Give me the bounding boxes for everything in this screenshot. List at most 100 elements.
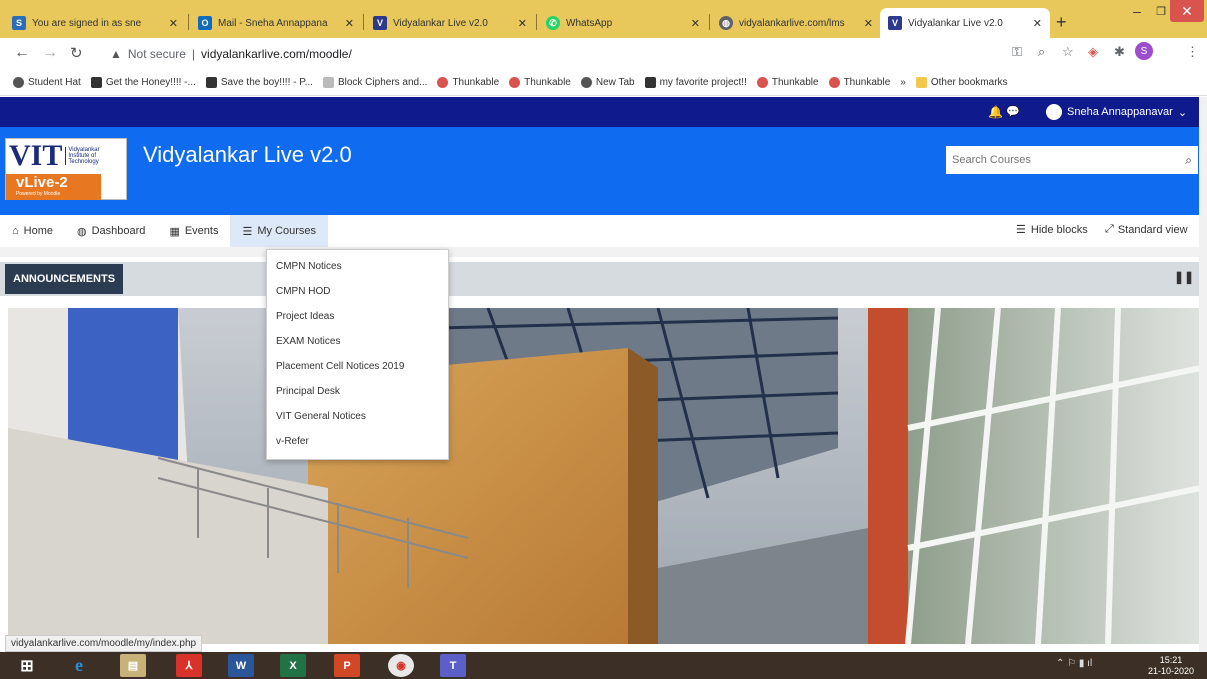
menu-home[interactable]: ⌂ Home	[0, 215, 65, 247]
bell-icon[interactable]: 🔔	[988, 105, 1003, 119]
standard-view-button[interactable]: ⤢ Standard view	[1105, 223, 1188, 236]
bookmark-item[interactable]: Thunkable	[752, 77, 824, 88]
close-icon[interactable]: ✕	[691, 17, 700, 30]
close-icon[interactable]: ✕	[1033, 17, 1042, 30]
star-icon[interactable]: ☆	[1062, 44, 1074, 60]
forward-icon[interactable]: →	[42, 44, 58, 62]
bookmark-item[interactable]: Thunkable	[824, 77, 896, 88]
bookmark-item[interactable]: Block Ciphers and...	[318, 77, 433, 88]
globe-icon	[13, 77, 24, 88]
security-label: Not secure	[127, 47, 186, 61]
menu-events[interactable]: ▦ Events	[157, 215, 230, 247]
close-icon[interactable]: ✕	[518, 17, 527, 30]
minimize-icon[interactable]: –	[1122, 0, 1152, 22]
hide-blocks-button[interactable]: ☰ Hide blocks	[1016, 223, 1088, 237]
tab-separator	[536, 14, 537, 30]
close-icon[interactable]: ✕	[864, 17, 873, 30]
logo-text: VIT	[9, 139, 63, 172]
course-item[interactable]: Placement Cell Notices 2019	[267, 354, 448, 379]
bookmarks-overflow[interactable]: »	[895, 77, 911, 88]
close-window-icon[interactable]: ✕	[1170, 0, 1204, 22]
key-icon[interactable]: ⚿	[1012, 44, 1022, 60]
site-logo[interactable]: VIT Vidyalankar Institute of Technology …	[5, 138, 127, 200]
bookmarks-bar: Student Hat Get the Honey!!!! -... Save …	[0, 70, 1207, 96]
v-favicon: V	[888, 16, 902, 30]
pause-icon[interactable]: ❚❚	[1174, 270, 1194, 284]
bookmark-item[interactable]: Thunkable	[504, 77, 576, 88]
explorer-icon[interactable]: ▤	[120, 654, 146, 677]
restore-icon[interactable]: ❐	[1152, 0, 1170, 22]
course-item[interactable]: CMPN HOD	[267, 279, 448, 304]
puzzle-icon[interactable]: ✱	[1114, 44, 1125, 60]
grid-icon	[644, 77, 656, 88]
search-icon[interactable]: ⌕	[1185, 153, 1192, 168]
menu-my-courses[interactable]: ☰ My Courses	[230, 215, 329, 247]
tab-separator	[709, 14, 710, 30]
close-icon[interactable]: ✕	[345, 17, 354, 30]
logo-caption: Vidyalankar Institute of Technology	[65, 146, 113, 166]
course-item[interactable]: Principal Desk	[267, 379, 448, 404]
bookmark-item[interactable]: Get the Honey!!!! -...	[86, 77, 201, 88]
url-text: vidyalankarlive.com/moodle/	[201, 47, 352, 61]
top-navbar	[0, 97, 1207, 127]
globe-icon	[580, 77, 592, 88]
list-icon: ☰	[1016, 224, 1026, 236]
tab-title: You are signed in as sne	[32, 17, 142, 29]
more-menu-icon[interactable]: ⋮	[1186, 44, 1199, 60]
user-menu[interactable]: Sneha Annappanavar ⌄	[1046, 104, 1187, 120]
cipher-icon	[322, 77, 334, 88]
logo-sub: vLive-2	[16, 174, 68, 191]
course-item[interactable]: CMPN Notices	[267, 254, 448, 279]
reload-icon[interactable]: ↻	[70, 44, 83, 62]
announcements-bar	[0, 262, 1207, 296]
bookmark-item[interactable]: New Tab	[576, 77, 640, 88]
acrobat-icon[interactable]: ⅄	[176, 654, 202, 677]
thunkable-icon	[437, 77, 449, 88]
address-bar[interactable]: ▲ Not secure | vidyalankarlive.com/moodl…	[110, 42, 980, 66]
course-item[interactable]: v-Refer	[267, 429, 448, 454]
tab-title: WhatsApp	[566, 17, 613, 29]
bookmark-item[interactable]: my favorite project!!	[640, 77, 752, 88]
browser-tab-5[interactable]: ◍ vidyalankarlive.com/lms ✕	[711, 8, 881, 38]
thunkable-icon	[756, 77, 768, 88]
new-tab-plus-icon[interactable]: +	[1056, 12, 1067, 33]
profile-avatar[interactable]: S	[1135, 42, 1153, 60]
home-icon: ⌂	[12, 225, 19, 237]
zoom-icon[interactable]: ⌕	[1038, 44, 1045, 60]
messages-icon[interactable]: 💬	[1006, 105, 1020, 118]
other-bookmarks[interactable]: Other bookmarks	[911, 77, 1013, 88]
browser-tab-1[interactable]: S You are signed in as sne ✕	[4, 8, 186, 38]
browser-tab-4[interactable]: ✆ WhatsApp ✕	[538, 8, 708, 38]
teams-icon[interactable]: T	[440, 654, 466, 677]
back-icon[interactable]: ←	[14, 44, 30, 62]
close-icon[interactable]: ✕	[169, 17, 178, 30]
bookmark-item[interactable]: Thunkable	[432, 77, 504, 88]
s-favicon: S	[12, 16, 26, 30]
search-input[interactable]	[952, 154, 1186, 166]
extension-icon[interactable]: ◈	[1088, 44, 1098, 60]
sub-bar	[0, 247, 1207, 257]
course-item[interactable]: VIT General Notices	[267, 404, 448, 429]
chrome-icon[interactable]: ◉	[388, 654, 414, 677]
search-courses[interactable]: ⌕	[946, 146, 1198, 174]
my-courses-dropdown: CMPN Notices CMPN HOD Project Ideas EXAM…	[266, 249, 449, 460]
course-item[interactable]: EXAM Notices	[267, 329, 448, 354]
browser-tab-2[interactable]: O Mail - Sneha Annappana ✕	[190, 8, 362, 38]
browser-tab-6-active[interactable]: V Vidyalankar Live v2.0 ✕	[880, 8, 1050, 38]
tab-separator	[188, 14, 189, 30]
bookmark-item[interactable]: Save the boy!!!! - P...	[201, 77, 318, 88]
system-tray-icons[interactable]: ⌃ ⚐ ▮ ıl	[1056, 658, 1092, 669]
chevron-down-icon: ⌄	[1177, 106, 1188, 119]
excel-icon[interactable]: X	[280, 654, 306, 677]
course-item[interactable]: Project Ideas	[267, 304, 448, 329]
powerpoint-icon[interactable]: P	[334, 654, 360, 677]
word-icon[interactable]: W	[228, 654, 254, 677]
browser-tab-3[interactable]: V Vidyalankar Live v2.0 ✕	[365, 8, 535, 38]
ie-icon[interactable]: e	[66, 654, 92, 677]
page-scrollbar[interactable]	[1199, 97, 1207, 652]
clock[interactable]: 15:21 21-10-2020	[1148, 655, 1194, 677]
bookmark-item[interactable]: Student Hat	[8, 77, 86, 88]
status-url: vidyalankarlive.com/moodle/my/index.php	[5, 635, 203, 652]
windows-start-icon[interactable]: ⊞	[14, 654, 40, 677]
menu-dashboard[interactable]: ◍ Dashboard	[65, 215, 157, 247]
